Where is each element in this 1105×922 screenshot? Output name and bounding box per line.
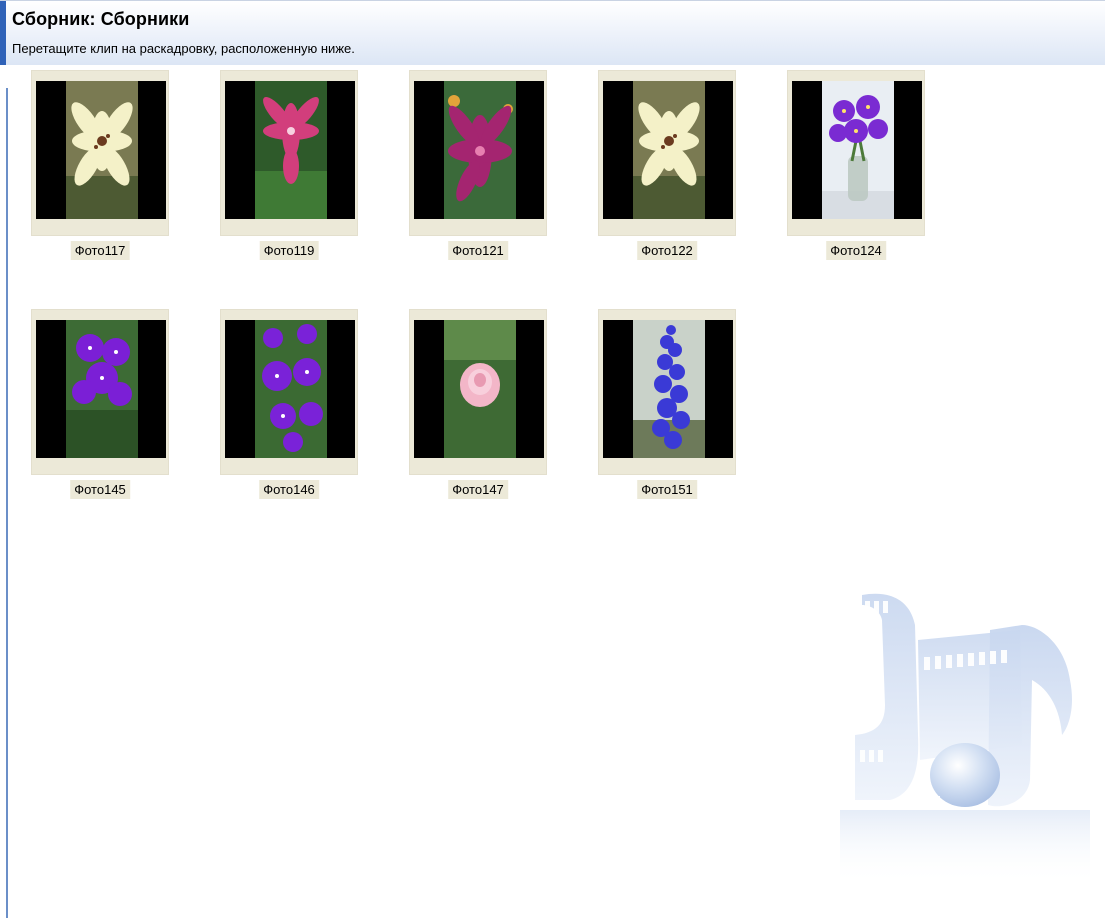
clip-caption: Фото147 [448, 480, 508, 499]
clip-caption: Фото124 [826, 241, 886, 260]
clip-thumbnail-image [255, 81, 327, 219]
clip-thumbnail-frame [220, 70, 358, 236]
clip-tile[interactable]: Фото121 [409, 70, 547, 268]
clip-caption: Фото151 [637, 480, 697, 499]
clip-tile[interactable]: Фото124 [787, 70, 925, 268]
clip-thumbnail-frame [31, 309, 169, 475]
clip-tile[interactable]: Фото147 [409, 309, 547, 507]
clip-tile[interactable]: Фото117 [31, 70, 169, 268]
clip-thumbnail-frame [598, 70, 736, 236]
clip-tile[interactable]: Фото119 [220, 70, 358, 268]
clip-thumbnail-frame [409, 70, 547, 236]
clip-thumbnail-image [66, 81, 138, 219]
film-music-note-icon [840, 585, 1090, 885]
clip-caption: Фото122 [637, 241, 697, 260]
clip-caption: Фото145 [70, 480, 130, 499]
clip-thumbnail-image [444, 320, 516, 458]
clip-caption: Фото146 [259, 480, 319, 499]
clip-thumbnail-frame [220, 309, 358, 475]
clip-tile[interactable]: Фото122 [598, 70, 736, 268]
clip-thumbnail-frame [787, 70, 925, 236]
clip-caption: Фото119 [259, 241, 319, 260]
clip-thumbnail-image [633, 81, 705, 219]
clip-thumbnail-image [255, 320, 327, 458]
clip-thumbnail-image [822, 81, 894, 219]
clip-thumbnail-image [66, 320, 138, 458]
clip-tile[interactable]: Фото145 [31, 309, 169, 507]
clip-tile[interactable]: Фото146 [220, 309, 358, 507]
clip-tile[interactable]: Фото151 [598, 309, 736, 507]
clip-thumbnail-frame [598, 309, 736, 475]
clip-caption: Фото117 [70, 241, 130, 260]
clip-caption: Фото121 [448, 241, 508, 260]
clip-thumbnail-image [633, 320, 705, 458]
clip-thumbnail-frame [409, 309, 547, 475]
clip-thumbnail-frame [31, 70, 169, 236]
clip-thumbnail-image [444, 81, 516, 219]
